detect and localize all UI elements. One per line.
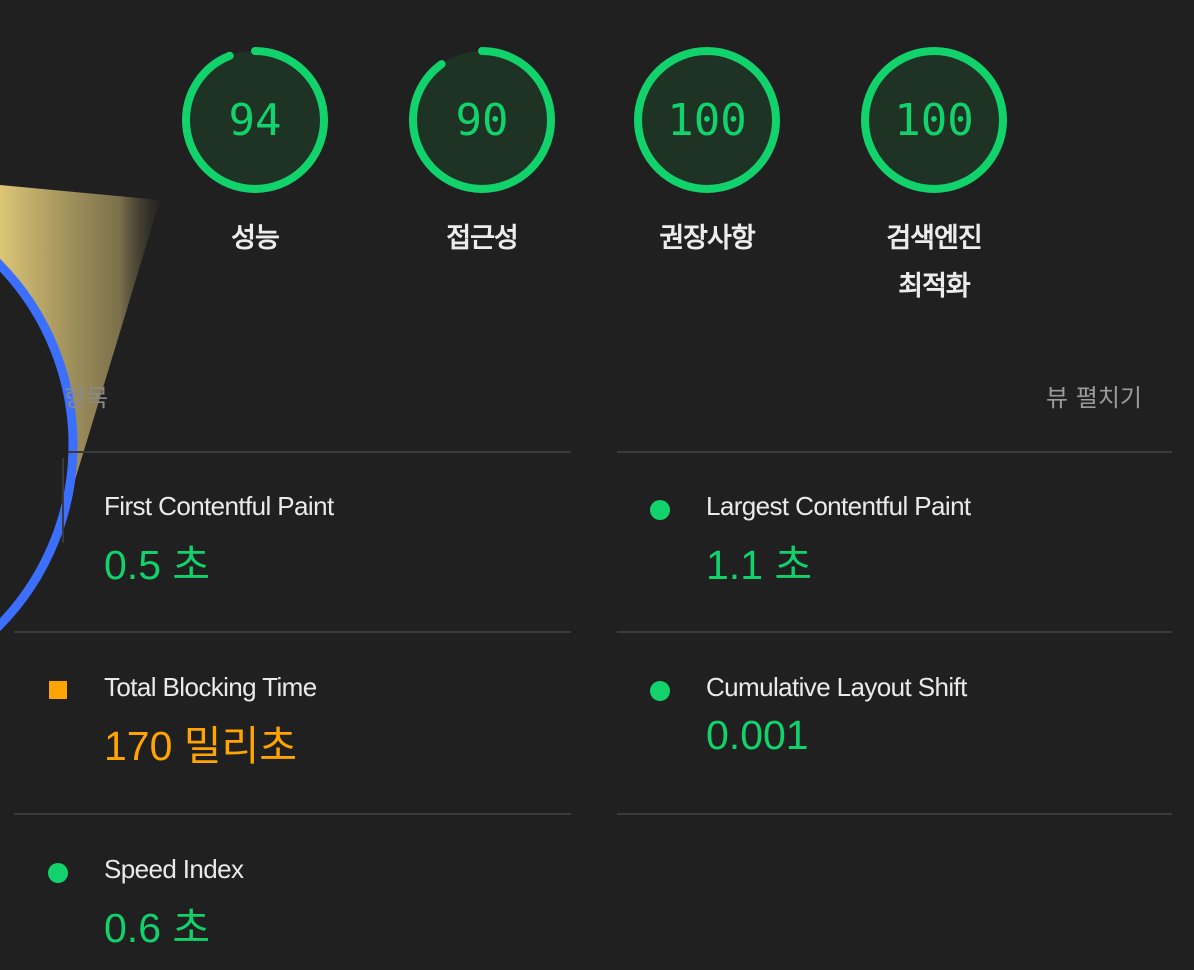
divider: [617, 813, 1172, 815]
pass-indicator-icon: [48, 863, 68, 883]
metric-first-contentful-paint[interactable]: First Contentful Paint 0.5 초: [48, 491, 518, 591]
metric-value: 0.001: [706, 712, 809, 758]
gauge-label: 성능: [231, 223, 280, 254]
divider: [617, 631, 1172, 633]
metric-largest-contentful-paint[interactable]: Largest Contentful Paint 1.1 초: [650, 491, 1120, 591]
average-indicator-icon: [49, 681, 67, 699]
expand-view-toggle[interactable]: 뷰 펼치기: [1046, 378, 1142, 413]
metric-cumulative-layout-shift[interactable]: Cumulative Layout Shift 0.001: [650, 672, 1120, 772]
gauge-accessibility[interactable]: 90 접근성: [402, 45, 562, 263]
gauge-seo[interactable]: 100 검색엔진 최적화: [854, 45, 1014, 311]
metric-value: 0.5 초: [104, 542, 211, 588]
metric-name: Total Blocking Time: [104, 672, 317, 702]
metric-name: First Contentful Paint: [104, 491, 334, 521]
lighthouse-report: 94 성능 90 접근성 100 권장사항 100 검색엔진 최적화 항목 뷰 …: [0, 0, 1194, 970]
metric-total-blocking-time[interactable]: Total Blocking Time 170 밀리초: [48, 672, 518, 772]
divider: [68, 451, 571, 453]
pass-indicator-icon: [650, 681, 670, 701]
gauge-score: 100: [667, 94, 747, 146]
gauge-score: 100: [894, 94, 974, 146]
metric-name: Largest Contentful Paint: [706, 491, 971, 521]
magnifier-circle: [0, 258, 78, 632]
divider: [14, 813, 571, 815]
metrics-section-label: 항목: [64, 384, 109, 412]
gauge-label: 권장사항: [659, 223, 755, 254]
gauge-best-practices[interactable]: 100 권장사항: [627, 45, 787, 263]
metric-speed-index[interactable]: Speed Index 0.6 초: [48, 854, 518, 954]
gauge-label: 검색엔진 최적화: [886, 223, 982, 302]
divider: [14, 631, 571, 633]
metric-value: 170 밀리초: [104, 723, 297, 769]
gauge-score: 94: [228, 94, 282, 146]
pass-indicator-icon: [650, 500, 670, 520]
gauge-label: 접근성: [446, 223, 519, 254]
metric-value: 0.6 초: [104, 905, 211, 951]
metric-name: Cumulative Layout Shift: [706, 672, 967, 702]
gauge-performance[interactable]: 94 성능: [175, 45, 335, 263]
divider: [617, 451, 1172, 453]
metric-name: Speed Index: [104, 854, 244, 884]
gauge-score: 90: [455, 94, 509, 146]
metric-value: 1.1 초: [706, 542, 813, 588]
